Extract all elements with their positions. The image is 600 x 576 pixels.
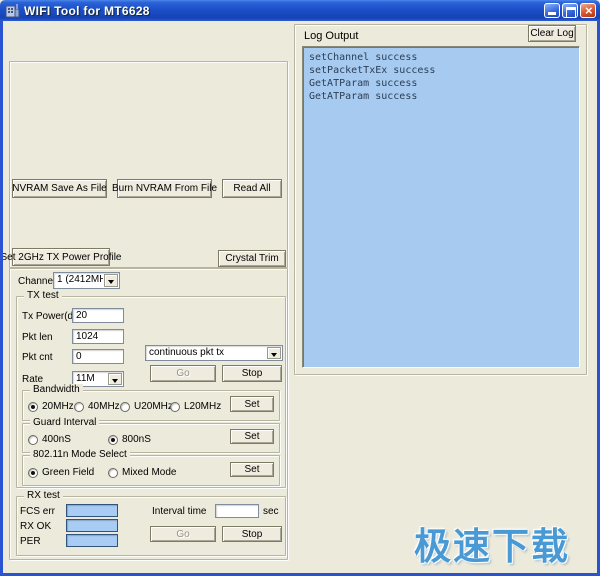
interval-unit-label: sec	[263, 506, 279, 518]
radio-guard-400ns[interactable]: 400nS	[28, 434, 71, 445]
channel-value: 1 (2412MHz)	[57, 274, 103, 285]
nvram-save-as-file-button[interactable]: NVRAM Save As File	[12, 179, 107, 198]
tx-go-button[interactable]: Go	[150, 365, 216, 382]
radio-bandwidth-20mhz[interactable]: 20MHz	[28, 401, 74, 412]
log-output-text[interactable]: setChannel successsetPacketTxEx successG…	[302, 46, 580, 368]
watermark: 极速下载站	[414, 516, 600, 576]
crystal-trim-button[interactable]: Crystal Trim	[218, 250, 286, 267]
per-field	[66, 534, 118, 547]
tx-test-title: TX test	[24, 290, 62, 302]
radio-icon	[108, 435, 118, 445]
minimize-icon[interactable]	[544, 3, 560, 18]
rx-ok-field	[66, 519, 118, 532]
pkt-mode-value: continuous pkt tx	[149, 347, 266, 358]
maximize-icon[interactable]	[562, 3, 578, 18]
pkt-len-label: Pkt len	[22, 332, 53, 344]
rx-stop-button[interactable]: Stop	[222, 526, 282, 542]
log-line: setPacketTxEx success	[309, 64, 573, 77]
pkt-mode-select[interactable]: continuous pkt tx	[145, 345, 283, 361]
radio-icon	[74, 402, 84, 412]
pkt-len-input[interactable]: 1024	[72, 329, 124, 344]
rx-test-title: RX test	[24, 490, 63, 502]
rx-ok-label: RX OK	[20, 521, 51, 533]
mode-select-set-button[interactable]: Set	[230, 462, 274, 477]
app-window: WIFI Tool for MT6628 NVRAM Save As File …	[0, 0, 600, 576]
app-icon	[5, 3, 20, 18]
set-2ghz-tx-power-profile-button[interactable]: Set 2GHz TX Power Profile	[12, 248, 110, 266]
burn-nvram-from-file-button[interactable]: Burn NVRAM From File	[117, 179, 212, 198]
radio-mixed-mode[interactable]: Mixed Mode	[108, 467, 176, 478]
radio-icon	[170, 402, 180, 412]
log-line: GetATParam success	[309, 90, 573, 103]
chevron-down-icon[interactable]	[104, 274, 118, 287]
pkt-cnt-input[interactable]: 0	[72, 349, 124, 364]
chevron-down-icon[interactable]	[108, 373, 122, 385]
channel-label: Channel	[18, 276, 55, 288]
rate-value: 11M	[76, 373, 107, 384]
mode-select-title: 802.11n Mode Select	[30, 449, 130, 461]
bandwidth-title: Bandwidth	[30, 384, 83, 396]
log-line: GetATParam success	[309, 77, 573, 90]
radio-icon	[28, 468, 38, 478]
read-all-button[interactable]: Read All	[222, 179, 282, 198]
fcs-err-label: FCS err	[20, 506, 55, 518]
window-title: WIFI Tool for MT6628	[24, 4, 150, 18]
channel-select[interactable]: 1 (2412MHz)	[53, 272, 120, 289]
per-label: PER	[20, 536, 41, 548]
guard-interval-set-button[interactable]: Set	[230, 429, 274, 444]
interval-time-label: Interval time	[152, 506, 206, 518]
guard-interval-title: Guard Interval	[30, 417, 99, 429]
interval-time-input[interactable]	[215, 504, 259, 518]
titlebar: WIFI Tool for MT6628	[0, 0, 600, 21]
tx-stop-button[interactable]: Stop	[222, 365, 282, 382]
close-icon[interactable]	[580, 3, 596, 18]
log-output-title: Log Output	[304, 30, 358, 42]
radio-icon	[120, 402, 130, 412]
radio-guard-800ns[interactable]: 800nS	[108, 434, 151, 445]
radio-icon	[28, 435, 38, 445]
fcs-err-field	[66, 504, 118, 517]
rx-go-button[interactable]: Go	[150, 526, 216, 542]
radio-bandwidth-40mhz[interactable]: 40MHz	[74, 401, 120, 412]
clear-log-button[interactable]: Clear Log	[528, 25, 576, 42]
radio-icon	[108, 468, 118, 478]
radio-green-field[interactable]: Green Field	[28, 467, 94, 478]
radio-icon	[28, 402, 38, 412]
log-line: setChannel success	[309, 51, 573, 64]
tx-power-input[interactable]: 20	[72, 308, 124, 323]
pkt-cnt-label: Pkt cnt	[22, 352, 53, 364]
radio-bandwidth-u20mhz[interactable]: U20MHz	[120, 401, 173, 412]
window-border-left	[0, 21, 3, 576]
bandwidth-set-button[interactable]: Set	[230, 396, 274, 412]
nvram-panel	[9, 61, 288, 268]
radio-bandwidth-l20mhz[interactable]: L20MHz	[170, 401, 221, 412]
chevron-down-icon[interactable]	[267, 347, 281, 359]
